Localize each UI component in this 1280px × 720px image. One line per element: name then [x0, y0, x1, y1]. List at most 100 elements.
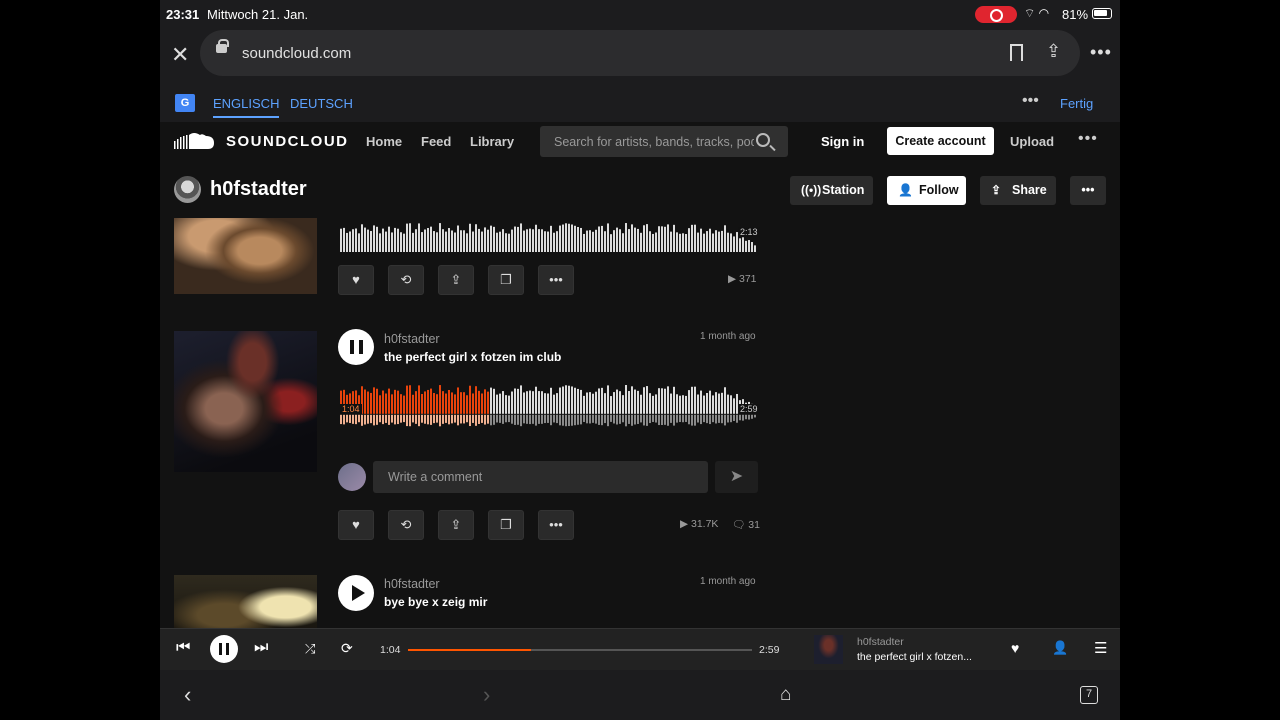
waveform-reflection	[367, 414, 369, 424]
waveform-bar	[553, 232, 555, 252]
soundcloud-logo-icon[interactable]	[174, 131, 218, 151]
more-button[interactable]: •••	[538, 510, 574, 540]
skip-back-icon[interactable]: ⏮	[176, 639, 190, 657]
waveform-bar	[472, 393, 474, 414]
like-button[interactable]: ♥	[338, 265, 374, 295]
track-user[interactable]: h0fstadter	[384, 577, 440, 591]
repost-button[interactable]: ⟲	[388, 265, 424, 295]
share-button[interactable]: ⇪ Share	[980, 176, 1056, 205]
now-playing-user[interactable]: h0fstadter	[857, 636, 904, 648]
waveform-bar	[373, 225, 375, 252]
waveform-reflection	[586, 414, 588, 424]
track-artwork[interactable]	[174, 218, 317, 294]
skip-forward-icon[interactable]: ⏭	[254, 639, 268, 657]
waveform[interactable]	[340, 218, 758, 252]
track-user[interactable]: h0fstadter	[384, 332, 440, 346]
waveform-bar	[460, 230, 462, 252]
back-icon[interactable]: ‹	[184, 682, 191, 708]
waveform-svg[interactable]	[340, 218, 758, 252]
heart-icon[interactable]: ♥	[1011, 640, 1019, 656]
translate-more-icon[interactable]: •••	[1022, 92, 1039, 110]
waveform-bar	[631, 386, 633, 414]
waveform-bar	[526, 391, 528, 414]
pause-icon	[350, 340, 363, 354]
waveform-bar	[709, 228, 711, 252]
url-text[interactable]: soundcloud.com	[242, 45, 351, 62]
avatar[interactable]	[174, 176, 201, 203]
bookmark-icon[interactable]	[1010, 44, 1023, 61]
waveform-bar	[340, 228, 342, 252]
progress-bar[interactable]	[408, 649, 752, 651]
play-button[interactable]	[338, 575, 374, 611]
pause-button[interactable]	[338, 329, 374, 365]
profile-more-button[interactable]: •••	[1070, 176, 1106, 205]
header-more-icon[interactable]: •••	[1078, 130, 1098, 148]
waveform-reflection	[364, 414, 366, 425]
nav-library[interactable]: Library	[470, 134, 514, 149]
follow-button[interactable]: 👤 Follow	[887, 176, 966, 205]
close-icon[interactable]: ✕	[171, 42, 189, 68]
repost-button[interactable]: ⟲	[388, 510, 424, 540]
track-feed[interactable]: 2:13 ♥ ⟲ ⇪ ❐ ••• ▶ 371 h0fstadter the pe…	[160, 218, 1120, 628]
forward-icon[interactable]: ›	[483, 682, 490, 708]
waveform-reflection	[358, 414, 360, 423]
sign-in-button[interactable]: Sign in	[821, 134, 864, 149]
more-icon[interactable]: •••	[1090, 42, 1112, 63]
pause-button[interactable]	[210, 635, 238, 663]
soundcloud-wordmark[interactable]: SOUNDCLOUD	[226, 133, 349, 150]
waveform-bar	[496, 394, 498, 414]
waveform-bar	[664, 388, 666, 414]
waveform-bar	[658, 226, 660, 252]
share-icon[interactable]: ⇪	[1046, 41, 1061, 62]
play-count-value: 371	[739, 273, 757, 285]
more-button[interactable]: •••	[538, 265, 574, 295]
queue-icon[interactable]: ☰	[1094, 639, 1107, 657]
waveform-bar	[634, 389, 636, 414]
nav-home[interactable]: Home	[366, 134, 402, 149]
waveform-bar	[457, 387, 459, 414]
track-title[interactable]: the perfect girl x fotzen im club	[384, 350, 561, 364]
waveform-svg[interactable]	[340, 380, 758, 432]
waveform-reflection	[694, 414, 696, 426]
upload-button[interactable]: Upload	[1010, 134, 1054, 149]
station-button[interactable]: ((•)) Station	[790, 176, 873, 205]
waveform-bar	[571, 386, 573, 414]
tabs-icon[interactable]: 7	[1080, 686, 1098, 704]
tab-englisch[interactable]: ENGLISCH	[213, 96, 280, 118]
create-account-button[interactable]: Create account	[887, 127, 994, 155]
waveform-reflection	[349, 414, 351, 423]
follow-icon[interactable]: 👤	[1052, 640, 1068, 656]
share-button[interactable]: ⇪	[438, 265, 474, 295]
now-playing-artwork[interactable]	[814, 635, 843, 664]
share-button[interactable]: ⇪	[438, 510, 474, 540]
tab-deutsch[interactable]: DEUTSCH	[290, 96, 353, 111]
now-playing-title[interactable]: the perfect girl x fotzen...	[857, 651, 972, 663]
waveform-bar	[484, 227, 486, 252]
shuffle-icon[interactable]: ⤮	[305, 641, 315, 657]
waveform-reflection	[460, 414, 462, 424]
waveform-reflection	[508, 414, 510, 423]
copy-link-button[interactable]: ❐	[488, 265, 524, 295]
waveform-bar	[406, 223, 408, 252]
profile-name[interactable]: h0fstadter	[210, 178, 307, 201]
track-artwork[interactable]	[174, 331, 317, 472]
home-icon[interactable]: ⌂	[780, 684, 791, 706]
waveform-bar	[364, 227, 366, 252]
screen-recording-icon[interactable]	[975, 6, 1017, 23]
search-input[interactable]: Search for artists, bands, tracks, podca…	[540, 126, 788, 157]
nav-feed[interactable]: Feed	[421, 134, 451, 149]
waveform-bar	[547, 231, 549, 252]
copy-link-button[interactable]: ❐	[488, 510, 524, 540]
search-placeholder: Search for artists, bands, tracks, podca…	[554, 135, 754, 149]
waveform-bar	[586, 392, 588, 414]
waveform[interactable]	[340, 380, 758, 432]
like-button[interactable]: ♥	[338, 510, 374, 540]
waveform-bar	[469, 385, 471, 414]
comment-input[interactable]: Write a comment	[373, 461, 708, 493]
translate-done-button[interactable]: Fertig	[1060, 96, 1093, 111]
track-artwork[interactable]	[174, 575, 317, 628]
send-comment-icon[interactable]: ➤	[715, 461, 758, 493]
track-title[interactable]: bye bye x zeig mir	[384, 595, 487, 609]
search-icon[interactable]	[756, 133, 770, 147]
repeat-icon[interactable]: ⟳	[341, 640, 353, 657]
